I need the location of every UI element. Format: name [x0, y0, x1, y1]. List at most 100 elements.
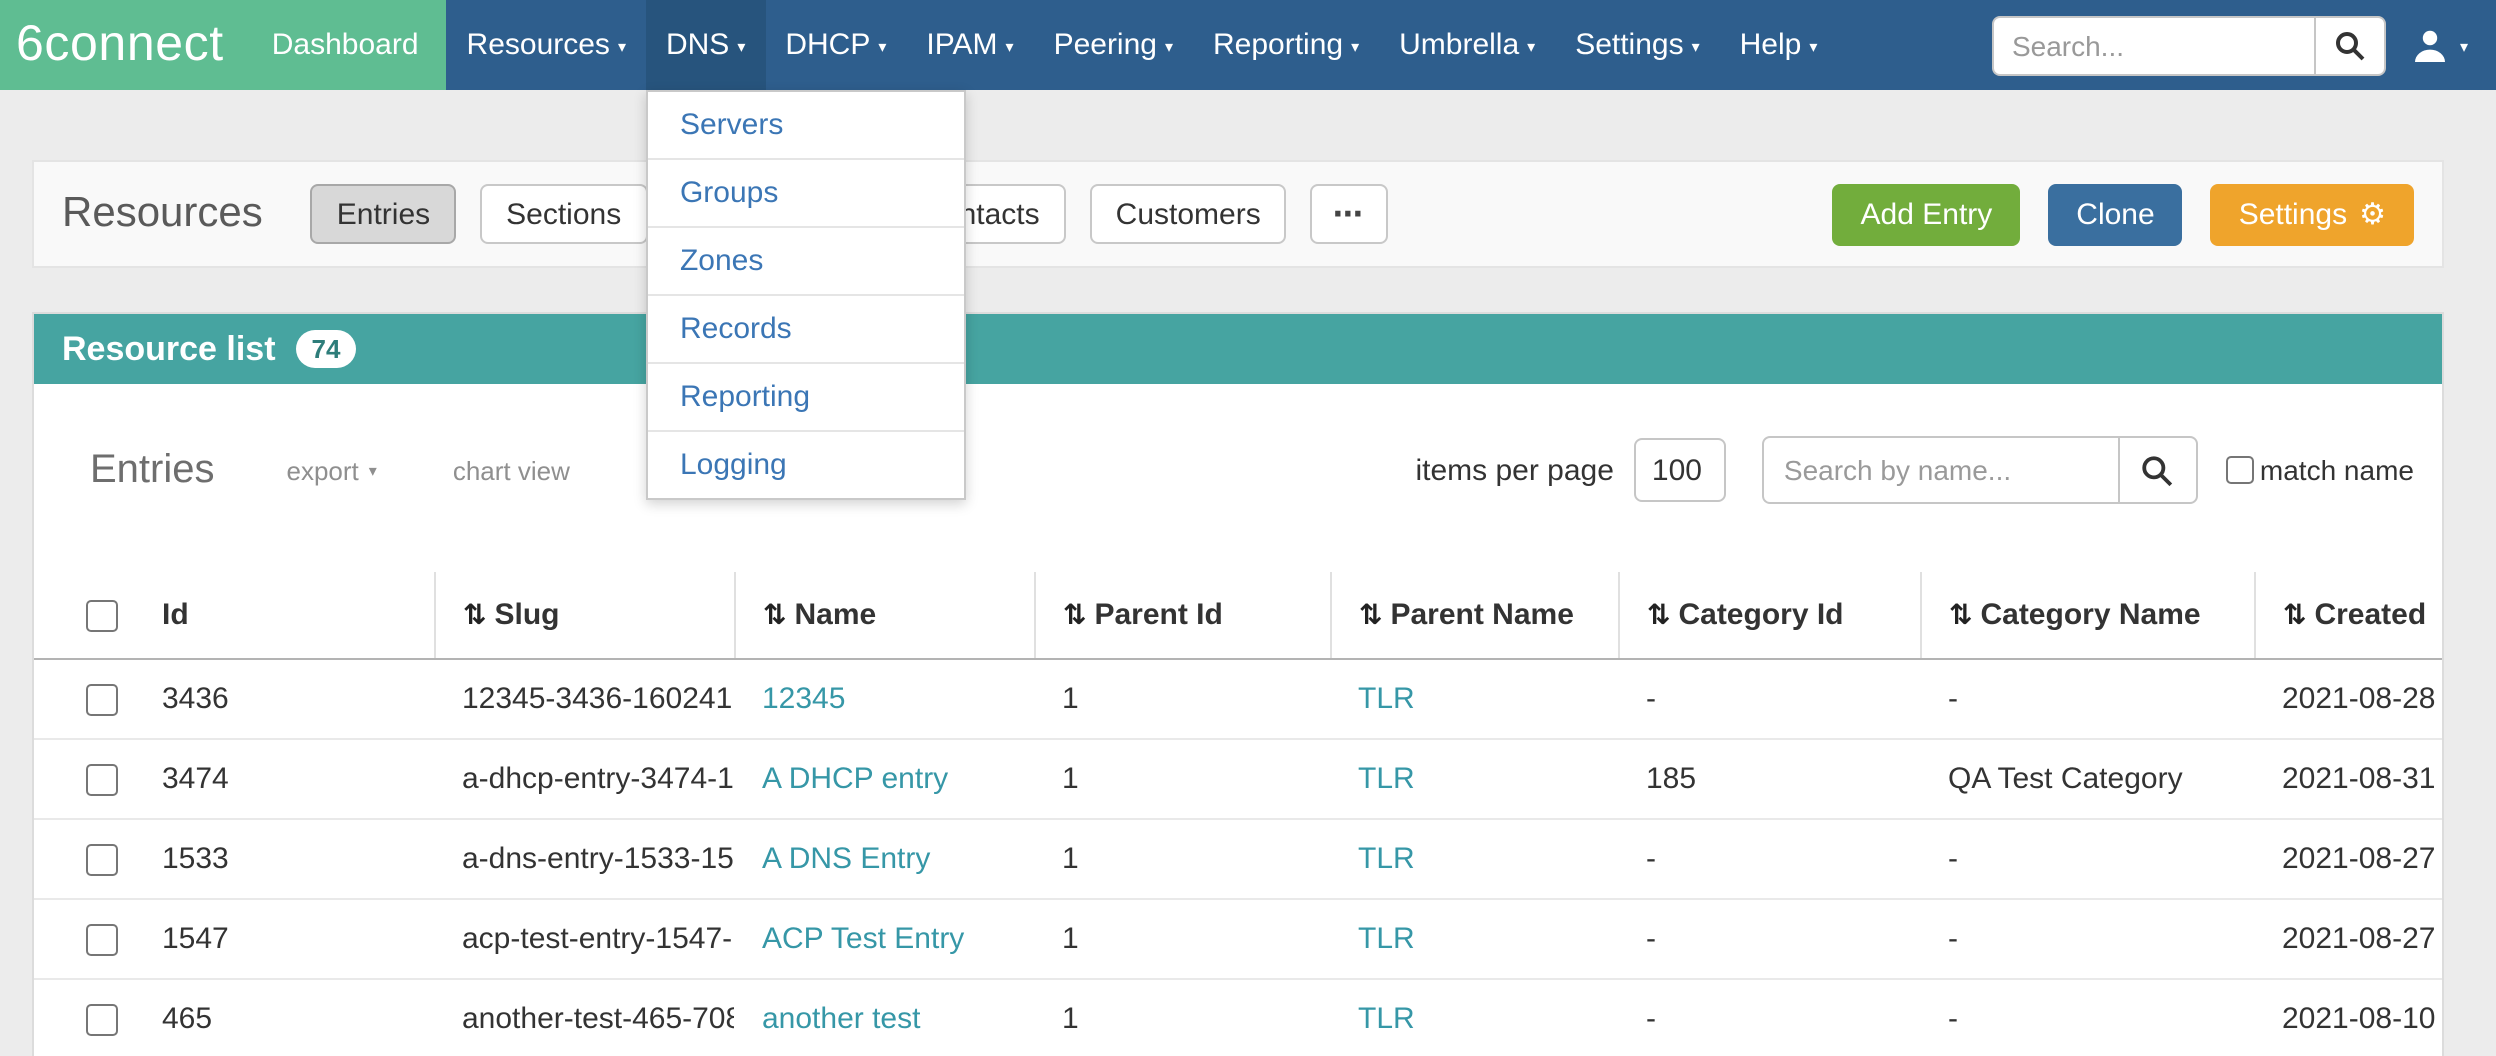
cell-category-name: - [1920, 819, 2254, 899]
nav-item-dhcp[interactable]: DHCP ▾ [765, 0, 906, 90]
entry-name-link[interactable]: A DNS Entry [762, 842, 930, 876]
table-header-row: Id ⇅Slug ⇅Name ⇅Parent Id ⇅Parent Name ⇅… [34, 572, 2442, 659]
match-name-label[interactable]: match name [2260, 454, 2414, 486]
settings-button[interactable]: Settings ⚙ [2211, 183, 2414, 245]
chevron-down-icon: ▾ [878, 39, 886, 55]
chevron-down-icon: ▾ [1165, 39, 1173, 55]
resource-list-header: Resource list 74 [34, 314, 2442, 384]
entry-name-link[interactable]: A DHCP entry [762, 762, 948, 796]
entries-bar: Entries export ▾ chart view show filters… [34, 384, 2442, 540]
chevron-down-icon: ▾ [369, 464, 377, 480]
parent-name-link[interactable]: TLR [1358, 682, 1415, 716]
parent-name-link[interactable]: TLR [1358, 1002, 1415, 1036]
nav-item-help[interactable]: Help ▾ [1720, 0, 1838, 90]
chevron-down-icon: ▾ [1527, 39, 1535, 55]
top-navbar: 6connect Dashboard Resources ▾ DNS ▾ Ser… [0, 0, 2496, 90]
chart-view-button[interactable]: chart view [453, 455, 570, 485]
row-checkbox[interactable] [86, 843, 118, 875]
menu-item-zones[interactable]: Zones [648, 228, 964, 296]
menu-item-records[interactable]: Records [648, 296, 964, 364]
tab-entries[interactable]: Entries [311, 184, 456, 244]
name-search [1762, 436, 2198, 504]
cell-category-name: - [1920, 659, 2254, 739]
parent-name-link[interactable]: TLR [1358, 762, 1415, 796]
sort-icon: ⇅ [1063, 600, 1086, 632]
col-created[interactable]: ⇅Created [2254, 572, 2442, 659]
name-search-button[interactable] [2118, 436, 2198, 504]
entries-title: Entries [90, 447, 215, 493]
dns-dropdown-menu: Servers Groups Zones Records Reporting L… [646, 90, 966, 500]
add-entry-button[interactable]: Add Entry [1833, 183, 2021, 245]
cell-slug: acp-test-entry-1547-1… [434, 899, 734, 979]
global-search-button[interactable] [2314, 15, 2386, 75]
items-per-page-input[interactable] [1634, 438, 1726, 502]
nav-item-umbrella[interactable]: Umbrella ▾ [1379, 0, 1555, 90]
name-search-input[interactable] [1762, 436, 2118, 504]
logo[interactable]: 6connect [0, 0, 244, 90]
nav-item-resources[interactable]: Resources ▾ [447, 0, 646, 90]
cell-category-id: 185 [1618, 739, 1920, 819]
cell-created: 2021-08-27 01 [2254, 899, 2442, 979]
entries-bar-right: items per page match name [1415, 436, 2414, 504]
row-checkbox[interactable] [86, 1003, 118, 1035]
menu-item-servers[interactable]: Servers [648, 92, 964, 160]
select-all-cell [34, 572, 134, 659]
col-parent-name[interactable]: ⇅Parent Name [1330, 572, 1618, 659]
nav-item-ipam[interactable]: IPAM ▾ [906, 0, 1033, 90]
nav-item-settings[interactable]: Settings ▾ [1555, 0, 1719, 90]
resource-count-badge: 74 [296, 329, 357, 368]
nav-item-dns[interactable]: DNS ▾ Servers Groups Zones Records Repor… [646, 0, 765, 90]
export-button[interactable]: export ▾ [287, 455, 377, 485]
row-checkbox[interactable] [86, 923, 118, 955]
col-parent-id[interactable]: ⇅Parent Id [1034, 572, 1330, 659]
nav-item-dashboard[interactable]: Dashboard [244, 0, 447, 90]
resource-list-title: Resource list [62, 329, 276, 369]
clone-button[interactable]: Clone [2048, 183, 2182, 245]
entries-table: Id ⇅Slug ⇅Name ⇅Parent Id ⇅Parent Name ⇅… [34, 572, 2442, 1056]
entry-name-link[interactable]: 12345 [762, 682, 845, 716]
cell-parent-id: 1 [1034, 899, 1330, 979]
tab-customers[interactable]: Customers [1090, 184, 1287, 244]
match-name-checkbox[interactable] [2226, 456, 2254, 484]
global-search-input[interactable] [1992, 15, 2314, 75]
col-slug[interactable]: ⇅Slug [434, 572, 734, 659]
nav-item-reporting[interactable]: Reporting ▾ [1193, 0, 1379, 90]
app-window: 6connect Dashboard Resources ▾ DNS ▾ Ser… [0, 0, 2496, 1056]
tab-more[interactable]: ⋯ [1311, 184, 1389, 244]
user-menu[interactable]: ▾ [2410, 25, 2468, 65]
tab-sections[interactable]: Sections [480, 184, 647, 244]
col-category-name[interactable]: ⇅Category Name [1920, 572, 2254, 659]
cell-slug: a-dhcp-entry-3474-17… [434, 739, 734, 819]
col-id[interactable]: Id [134, 572, 434, 659]
col-category-id[interactable]: ⇅Category Id [1618, 572, 1920, 659]
chevron-down-icon: ▾ [1692, 39, 1700, 55]
nav-item-peering[interactable]: Peering ▾ [1034, 0, 1193, 90]
chevron-down-icon: ▾ [2460, 39, 2468, 55]
cell-created: 2021-08-10 11 [2254, 979, 2442, 1056]
chevron-down-icon: ▾ [1809, 39, 1817, 55]
cell-parent-id: 1 [1034, 659, 1330, 739]
cell-parent-id: 1 [1034, 819, 1330, 899]
row-checkbox[interactable] [86, 763, 118, 795]
cell-category-name: - [1920, 979, 2254, 1056]
parent-name-link[interactable]: TLR [1358, 922, 1415, 956]
cell-id: 465 [134, 979, 434, 1056]
entry-name-link[interactable]: another test [762, 1002, 920, 1036]
table-row: 3436 12345-3436-160241 12345 1 TLR - - 2… [34, 659, 2442, 739]
parent-name-link[interactable]: TLR [1358, 842, 1415, 876]
col-name[interactable]: ⇅Name [734, 572, 1034, 659]
menu-item-reporting[interactable]: Reporting [648, 364, 964, 432]
row-checkbox[interactable] [86, 683, 118, 715]
navbar-right: ▾ [1992, 0, 2496, 90]
chevron-down-icon: ▾ [737, 39, 745, 55]
chevron-down-icon: ▾ [618, 39, 626, 55]
match-name: match name [2226, 454, 2414, 486]
entry-name-link[interactable]: ACP Test Entry [762, 922, 964, 956]
select-all-checkbox[interactable] [86, 599, 118, 631]
menu-item-groups[interactable]: Groups [648, 160, 964, 228]
cell-slug: a-dns-entry-1533-152… [434, 819, 734, 899]
cell-category-id: - [1618, 819, 1920, 899]
table-row: 3474 a-dhcp-entry-3474-17… A DHCP entry … [34, 739, 2442, 819]
table-row: 1547 acp-test-entry-1547-1… ACP Test Ent… [34, 899, 2442, 979]
menu-item-logging[interactable]: Logging [648, 432, 964, 498]
